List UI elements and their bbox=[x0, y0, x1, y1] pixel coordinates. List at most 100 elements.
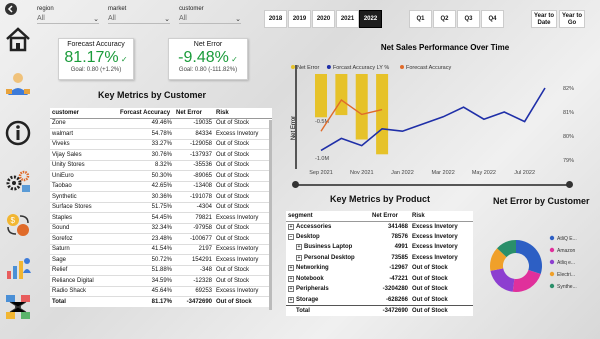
cell-forecast-accuracy: 45.64% bbox=[118, 286, 174, 297]
expand-icon[interactable]: + bbox=[288, 265, 294, 272]
cell-risk: Out of Stock bbox=[412, 265, 448, 272]
segment-name: Peripherals bbox=[296, 286, 329, 293]
money-exchange-icon[interactable]: $ bbox=[3, 210, 33, 240]
cell-net-error: -129058 bbox=[174, 139, 214, 150]
cell-net-error: -13408 bbox=[174, 181, 214, 192]
table-row[interactable]: Taobao 42.65% -13408 Out of Stock bbox=[50, 181, 272, 192]
cell-customer: Reliance Digital bbox=[50, 275, 118, 287]
table-row[interactable]: Saturn 41.54% 2197 Excess Invetory bbox=[50, 244, 272, 255]
year-button-2021[interactable]: 2021 bbox=[336, 10, 359, 28]
table-row[interactable]: Staples 54.45% 79821 Excess Invetory bbox=[50, 212, 272, 224]
header-forecast-accuracy[interactable]: Forcast Accuracy bbox=[118, 108, 174, 119]
info-icon[interactable] bbox=[3, 118, 33, 148]
table-row[interactable]: − Desktop 78576 Excess Invetory bbox=[286, 232, 473, 243]
product-table-title: Key Metrics by Product bbox=[330, 194, 431, 204]
table-row[interactable]: + Networking -12967 Out of Stock bbox=[286, 263, 473, 274]
quarter-button-q4[interactable]: Q4 bbox=[481, 10, 504, 28]
expand-icon[interactable]: + bbox=[296, 244, 302, 251]
chart-scroll-handle-left[interactable] bbox=[292, 181, 299, 188]
expand-icon[interactable]: + bbox=[288, 275, 294, 282]
table-row[interactable]: Vijay Sales 30.76% -137937 Out of Stock bbox=[50, 149, 272, 161]
table-row[interactable]: Synthetic 30.36% -191078 Out of Stock bbox=[50, 191, 272, 203]
y-right-tick: 79% bbox=[563, 158, 574, 164]
cell-risk: Out of Stock bbox=[214, 275, 272, 287]
table-row[interactable]: + Peripherals -3204280 Out of Stock bbox=[286, 284, 473, 295]
cell-segment: + Networking bbox=[286, 263, 370, 274]
header-net-error[interactable]: Net Error bbox=[370, 211, 410, 222]
header-segment[interactable]: segment bbox=[286, 211, 370, 222]
cell-net-error: 73585 bbox=[391, 254, 408, 261]
chart-scroll-handle-right[interactable] bbox=[566, 181, 573, 188]
filter-customer[interactable]: customer All ⌄ bbox=[179, 6, 241, 28]
quarter-button-q1[interactable]: Q1 bbox=[409, 10, 432, 28]
donut-slice bbox=[516, 240, 542, 275]
segment-name: Business Laptop bbox=[304, 244, 353, 251]
table-row[interactable]: Reliance Digital 34.59% -12328 Out of Stock bbox=[50, 275, 272, 287]
back-icon[interactable] bbox=[4, 2, 18, 16]
header-customer[interactable]: customer bbox=[50, 108, 118, 119]
legend-marker bbox=[326, 65, 331, 69]
network-icon[interactable] bbox=[3, 292, 33, 322]
cell-customer: Zone bbox=[50, 118, 118, 129]
chart-scrollbar[interactable] bbox=[295, 184, 571, 186]
customer-table-title: Key Metrics by Customer bbox=[98, 90, 207, 100]
quarter-button-q2[interactable]: Q2 bbox=[433, 10, 456, 28]
gears-icon[interactable] bbox=[3, 166, 33, 196]
filter-customer-label: customer bbox=[179, 6, 204, 12]
filter-market[interactable]: market All ⌄ bbox=[108, 6, 170, 28]
cell-net-error: -348 bbox=[174, 265, 214, 276]
header-risk[interactable]: Risk bbox=[410, 211, 473, 222]
expand-icon[interactable]: + bbox=[288, 296, 294, 303]
x-tick: May 2022 bbox=[472, 170, 496, 176]
table-row[interactable]: Sage 50.72% 154291 Excess Invetory bbox=[50, 254, 272, 266]
collapse-icon[interactable]: − bbox=[288, 233, 294, 240]
header-net-error[interactable]: Net Error bbox=[174, 108, 214, 119]
cell-net-error: 84334 bbox=[174, 128, 214, 140]
table-row[interactable]: Zone 49.46% -19035 Out of Stock bbox=[50, 118, 272, 129]
cell-customer: Saturn bbox=[50, 244, 118, 255]
people-chart-icon[interactable] bbox=[3, 252, 33, 282]
year-button-2022[interactable]: 2022 bbox=[359, 10, 382, 28]
year-button-2018[interactable]: 2018 bbox=[264, 10, 287, 28]
table-row[interactable]: + Notebook -47221 Out of Stock bbox=[286, 274, 473, 285]
filter-region[interactable]: region All ⌄ bbox=[37, 6, 99, 28]
cell-customer: Sage bbox=[50, 254, 118, 266]
table-row[interactable]: UniEuro 50.30% -89065 Out of Stock bbox=[50, 170, 272, 182]
table-row[interactable]: + Accessories 341468 Excess Invetory bbox=[286, 221, 473, 232]
table-row[interactable]: Relief 51.88% -348 Out of Stock bbox=[50, 265, 272, 276]
table-row[interactable]: walmart 54.78% 84334 Excess Invetory bbox=[50, 128, 272, 140]
expand-icon[interactable]: + bbox=[296, 254, 302, 261]
table-row[interactable]: + Business Laptop 4991 Excess Invetory bbox=[286, 242, 473, 253]
header-risk[interactable]: Risk bbox=[214, 108, 272, 119]
table-row[interactable]: Viveks 33.27% -129058 Out of Stock bbox=[50, 139, 272, 150]
year-to-date-button[interactable]: Year to Date bbox=[531, 10, 557, 28]
cell-customer: Staples bbox=[50, 212, 118, 224]
cell-net-error: 69253 bbox=[174, 286, 214, 297]
chart-vscrollbar[interactable] bbox=[295, 65, 297, 169]
table-row[interactable]: Unity Stores 8.32% -35536 Out of Stock bbox=[50, 160, 272, 171]
cell-customer: Sorefoz bbox=[50, 233, 118, 245]
home-icon[interactable] bbox=[3, 24, 33, 54]
donut-legend-marker bbox=[549, 271, 555, 277]
cell-customer: Vijay Sales bbox=[50, 149, 118, 161]
expand-icon[interactable]: + bbox=[288, 286, 294, 293]
year-button-2019[interactable]: 2019 bbox=[288, 10, 311, 28]
table-row[interactable]: Sorefoz 23.48% -100677 Out of Stock bbox=[50, 233, 272, 245]
cell-net-error: -100677 bbox=[174, 233, 214, 245]
quarter-button-q3[interactable]: Q3 bbox=[457, 10, 480, 28]
year-button-2020[interactable]: 2020 bbox=[312, 10, 335, 28]
user-icon[interactable] bbox=[3, 68, 33, 98]
product-metrics-table: segment Net Error Risk + Accessories 34146… bbox=[286, 211, 473, 316]
net-error-bar bbox=[376, 74, 389, 155]
cell-forecast-accuracy: 30.36% bbox=[118, 191, 174, 203]
year-to-go-button[interactable]: Year to Go bbox=[559, 10, 585, 28]
table-row[interactable]: + Personal Desktop 73585 Excess Invetory bbox=[286, 253, 473, 264]
table-row[interactable]: Surface Stores 51.75% -4304 Out of Stock bbox=[50, 202, 272, 213]
table-row[interactable]: Sound 32.34% -97958 Out of Stock bbox=[50, 223, 272, 234]
expand-icon[interactable]: + bbox=[288, 223, 294, 230]
table-scrollbar[interactable] bbox=[269, 120, 272, 310]
table-row[interactable]: Radio Shack 45.64% 69253 Excess Invetory bbox=[50, 286, 272, 297]
cell-segment: + Accessories bbox=[286, 221, 370, 232]
cell-forecast-accuracy: 49.46% bbox=[118, 118, 174, 129]
table-row[interactable]: + Storage -628266 Out of Stock bbox=[286, 295, 473, 306]
